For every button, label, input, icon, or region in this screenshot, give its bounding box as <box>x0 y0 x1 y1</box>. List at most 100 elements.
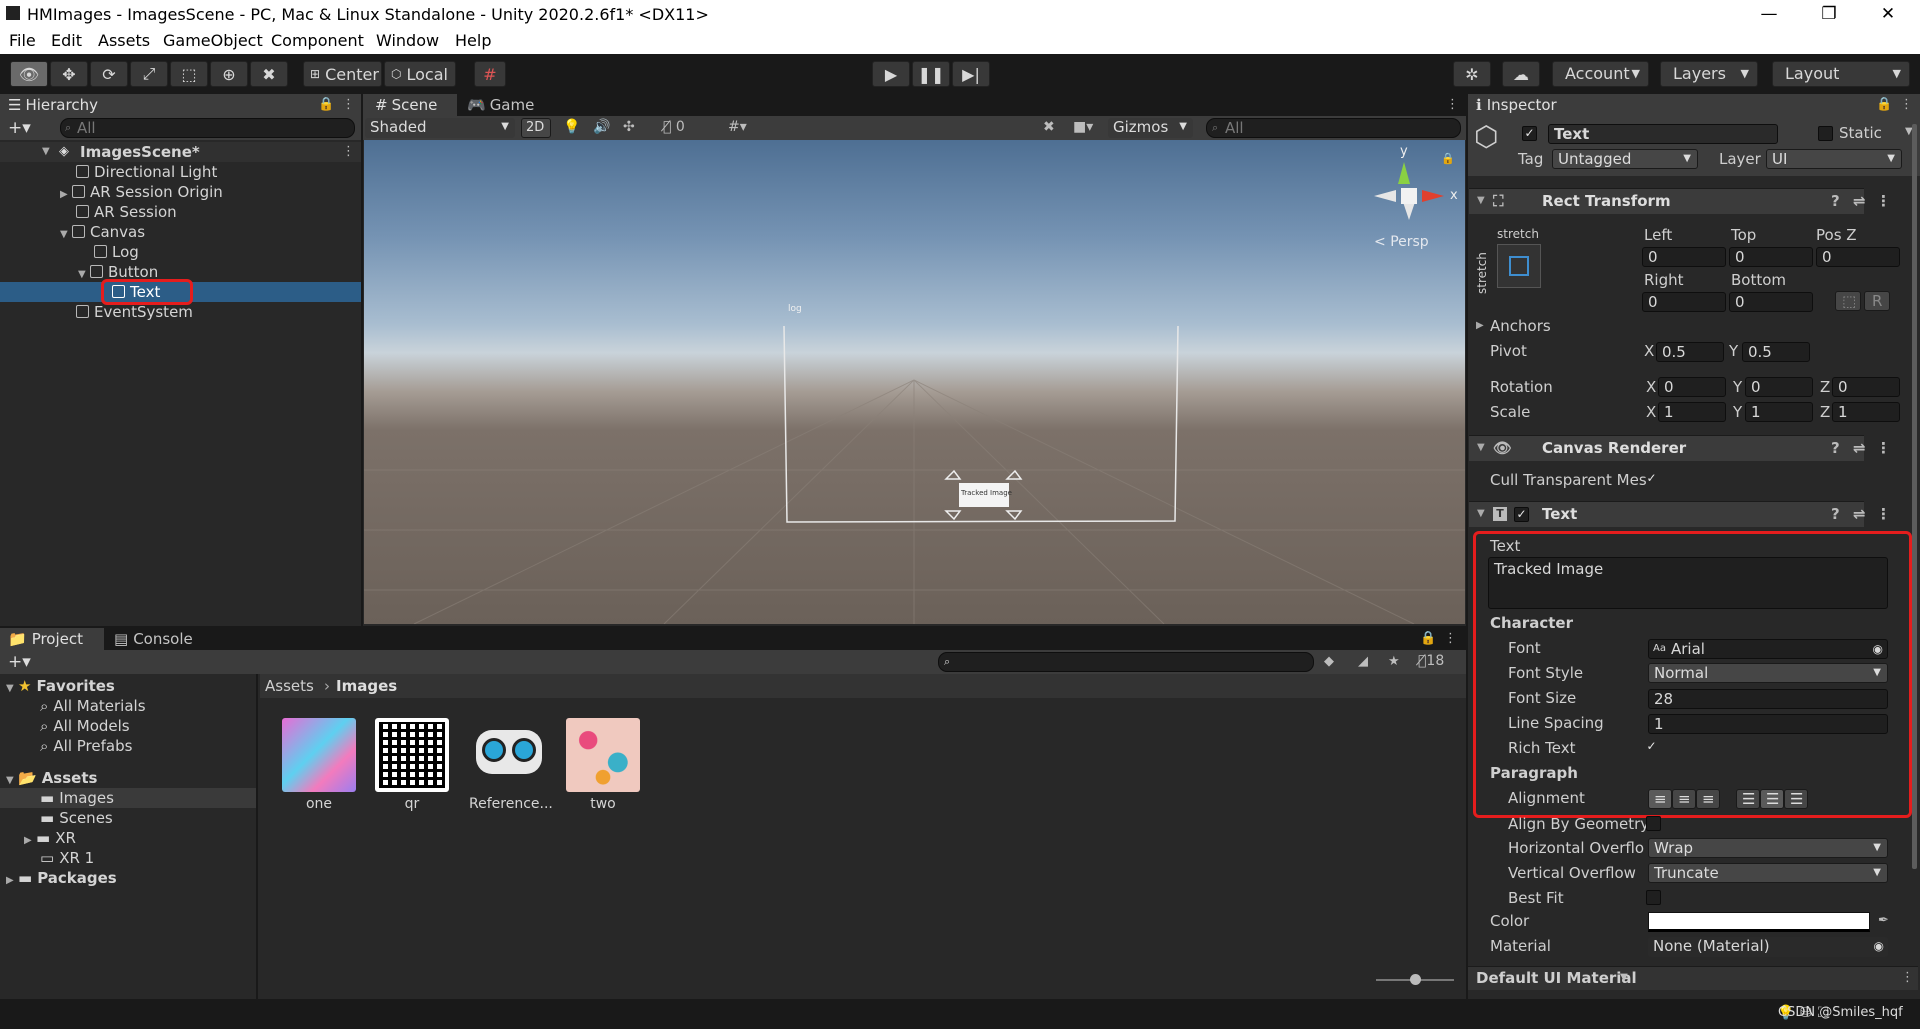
close-button[interactable]: ✕ <box>1865 0 1911 28</box>
layers-dropdown[interactable]: Layers ▼ <box>1660 61 1758 87</box>
expanded-arrow-icon[interactable]: ▼ <box>1477 502 1485 526</box>
eyedropper-icon[interactable]: ✒ <box>1878 913 1889 928</box>
rect-tool-button[interactable]: ⬚ <box>170 61 208 87</box>
hierarchy-item-canvas[interactable]: ▼ Canvas <box>60 222 145 242</box>
lock-icon[interactable]: 🔒 <box>1420 631 1436 646</box>
asset-qr[interactable]: qr <box>372 718 452 812</box>
grid-icon[interactable]: #▾ <box>728 119 747 135</box>
transform-tool-button[interactable]: ⊕ <box>210 61 248 87</box>
inspector-scrollbar[interactable] <box>1912 124 1917 869</box>
packages-folder[interactable]: ▶ ▬ Packages <box>6 868 117 888</box>
hierarchy-item-directional-light[interactable]: Directional Light <box>76 162 217 182</box>
expanded-arrow-icon[interactable]: ▼ <box>1477 436 1485 460</box>
asset-one[interactable]: one <box>279 718 359 812</box>
bottom-input[interactable]: 0 <box>1729 292 1813 312</box>
tab-scene[interactable]: # Scene <box>363 94 457 116</box>
right-input[interactable]: 0 <box>1642 292 1726 312</box>
component-menu-icon[interactable]: ⋮ <box>1876 436 1891 460</box>
audio-icon[interactable]: 🔊 <box>593 119 610 135</box>
lock-icon[interactable]: 🔒 <box>1876 97 1892 112</box>
kebab-menu-icon[interactable]: ⋮ <box>1900 97 1913 112</box>
best-fit-checkbox[interactable] <box>1646 890 1661 905</box>
toggle-2d-button[interactable]: 2D <box>521 118 551 138</box>
move-tool-button[interactable]: ✥ <box>50 61 88 87</box>
grid-snap-button[interactable]: # <box>474 61 506 87</box>
help-icon[interactable]: ? <box>1831 189 1840 213</box>
play-button[interactable]: ▶ <box>872 61 910 87</box>
orientation-gizmo-icon[interactable] <box>1374 162 1444 220</box>
static-checkbox[interactable] <box>1818 126 1833 141</box>
maximize-button[interactable]: ❐ <box>1806 0 1852 28</box>
preset-icon[interactable]: ⇌ <box>1853 436 1866 460</box>
filter-type-icon[interactable]: ◆ <box>1324 654 1334 669</box>
favorite-all-models[interactable]: ⌕ All Models <box>40 716 130 736</box>
collapsed-arrow-icon[interactable]: ▶ <box>60 185 72 205</box>
rotate-tool-button[interactable]: ⟳ <box>90 61 128 87</box>
hidden-packages-icon[interactable]: 👁̸18 <box>1418 653 1444 669</box>
canvas-renderer-header[interactable]: ▼ 👁 Canvas Renderer ? ⇌ ⋮ <box>1469 435 1891 461</box>
shading-dropdown[interactable]: Shaded ▼ <box>365 118 515 138</box>
filter-label-icon[interactable]: ◢ <box>1358 654 1368 669</box>
cloud-button[interactable]: ☁ <box>1502 61 1540 87</box>
assets-folder[interactable]: ▼ 📂 Assets <box>6 768 97 788</box>
expanded-arrow-icon[interactable]: ▼ <box>42 146 54 157</box>
hierarchy-item-ar-session-origin[interactable]: ▶ AR Session Origin <box>60 182 223 202</box>
tab-hierarchy[interactable]: ☰ Hierarchy <box>0 94 361 116</box>
help-icon[interactable]: ? <box>1831 436 1840 460</box>
gizmo-lock-icon[interactable]: 🔒 <box>1441 152 1455 165</box>
expanded-arrow-icon[interactable]: ▼ <box>60 225 72 245</box>
default-material-footer[interactable]: Default UI Material ▼ ⋮ <box>1468 966 1918 990</box>
menu-help[interactable]: Help <box>455 31 491 50</box>
step-button[interactable]: ▶| <box>952 61 990 87</box>
effects-icon[interactable]: ✣ <box>623 119 635 135</box>
expanded-arrow-icon[interactable]: ▼ <box>6 679 18 699</box>
collab-button[interactable]: ✲ <box>1453 61 1491 87</box>
anchors-foldout[interactable]: Anchors <box>1490 317 1551 335</box>
object-picker-icon[interactable]: ◉ <box>1874 937 1884 955</box>
posz-input[interactable]: 0 <box>1816 247 1900 267</box>
tab-project[interactable]: 📁 Project <box>0 628 104 650</box>
scale-y-input[interactable]: 1 <box>1745 402 1813 422</box>
rot-x-input[interactable]: 0 <box>1658 377 1726 397</box>
raw-edit-button[interactable]: R <box>1864 291 1890 311</box>
tab-console[interactable]: ▤ Console <box>106 628 206 650</box>
layout-dropdown[interactable]: Layout ▼ <box>1772 61 1910 87</box>
minimize-button[interactable]: — <box>1746 0 1792 28</box>
scene-menu-icon[interactable]: ⋮ <box>342 144 355 159</box>
rect-transform-header[interactable]: ▼ ⛶ Rect Transform ? ⇌ ⋮ <box>1469 188 1891 214</box>
pivot-x-input[interactable]: 0.5 <box>1656 342 1724 362</box>
horizontal-overflow-dropdown[interactable]: Wrap ▼ <box>1648 838 1888 858</box>
blueprint-mode-button[interactable]: ⬚ <box>1835 291 1861 311</box>
lighting-icon[interactable]: 💡 <box>563 119 580 135</box>
slider-handle[interactable] <box>1410 974 1421 985</box>
menu-assets[interactable]: Assets <box>98 31 150 50</box>
pivot-y-input[interactable]: 0.5 <box>1742 342 1810 362</box>
pivot-mode-button[interactable]: ⊞ Center <box>303 61 382 87</box>
hierarchy-item-ar-session[interactable]: AR Session <box>76 202 177 222</box>
tab-game[interactable]: 🎮 Game <box>459 94 539 116</box>
expanded-arrow-icon[interactable]: ▼ <box>1477 189 1485 213</box>
scene-row[interactable]: ▼ ◈ ImagesScene* ⋮ <box>0 142 361 162</box>
pivot-space-button[interactable]: ⬡ Local <box>384 61 456 87</box>
scale-z-input[interactable]: 1 <box>1832 402 1900 422</box>
hierarchy-item-log[interactable]: Log <box>94 242 139 262</box>
collapsed-arrow-icon[interactable]: ▶ <box>24 831 36 851</box>
cull-transparent-checkbox[interactable]: ✓ <box>1644 472 1659 487</box>
folder-images[interactable]: ▬ Images <box>40 788 114 808</box>
vertical-overflow-dropdown[interactable]: Truncate ▼ <box>1648 863 1888 883</box>
hierarchy-search-input[interactable]: ⌕ All <box>60 118 355 138</box>
kebab-menu-icon[interactable]: ⋮ <box>1444 631 1457 646</box>
folder-xr-1[interactable]: ▭ XR 1 <box>40 848 94 868</box>
menu-gameobject[interactable]: GameObject <box>163 31 263 50</box>
component-menu-icon[interactable]: ⋮ <box>1876 189 1891 213</box>
custom-tool-button[interactable]: ✖ <box>250 61 288 87</box>
project-search-input[interactable]: ⌕ <box>938 652 1314 672</box>
preset-icon[interactable]: ⇌ <box>1853 502 1866 526</box>
menu-edit[interactable]: Edit <box>51 31 82 50</box>
favorite-all-prefabs[interactable]: ⌕ All Prefabs <box>40 736 132 756</box>
perspective-toggle[interactable]: < Persp <box>1374 234 1429 250</box>
favorites-folder[interactable]: ▼ ★ Favorites <box>6 676 115 696</box>
scene-viewport[interactable]: log Tracked Image y x 🔒 < Persp <box>364 140 1465 624</box>
tools-icon[interactable]: ✖ <box>1043 119 1055 135</box>
menu-component[interactable]: Component <box>271 31 364 50</box>
